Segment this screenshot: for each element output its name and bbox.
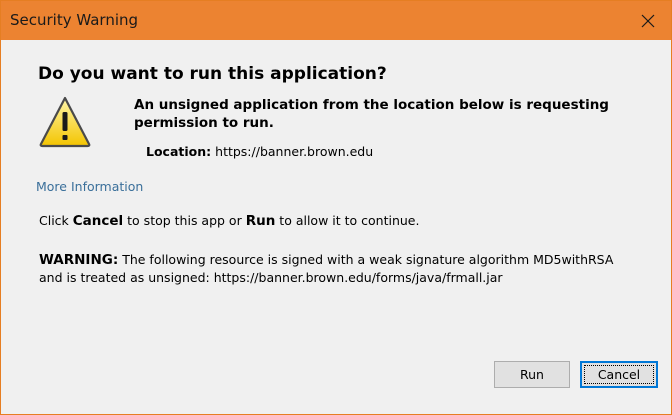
run-button[interactable]: Run bbox=[494, 361, 570, 388]
security-warning-dialog: Security Warning Do you want to run this… bbox=[0, 0, 672, 415]
instruction-post: to allow it to continue. bbox=[275, 213, 420, 228]
more-information-link[interactable]: More Information bbox=[36, 179, 143, 194]
instruction-run-word: Run bbox=[245, 213, 276, 229]
instruction-cancel-word: Cancel bbox=[72, 213, 124, 229]
lead-message: An unsigned application from the locatio… bbox=[134, 97, 609, 131]
run-button-label: Run bbox=[520, 367, 544, 382]
cancel-button[interactable]: Cancel bbox=[580, 361, 658, 388]
location-label: Location: bbox=[146, 144, 212, 159]
close-icon bbox=[641, 14, 655, 27]
warning-triangle-icon bbox=[39, 96, 91, 148]
instruction-text: Click Cancel to stop this app or Run to … bbox=[39, 213, 419, 229]
instruction-pre: Click bbox=[39, 213, 73, 228]
cancel-button-label: Cancel bbox=[597, 367, 641, 382]
instruction-mid: to stop this app or bbox=[123, 213, 246, 228]
close-button[interactable] bbox=[625, 1, 671, 40]
weak-signature-warning: WARNING: The following resource is signe… bbox=[39, 251, 639, 287]
dialog-heading: Do you want to run this application? bbox=[38, 64, 387, 84]
title-bar[interactable]: Security Warning bbox=[1, 1, 671, 40]
location-value: https://banner.brown.edu bbox=[215, 144, 374, 159]
warning-label: WARNING: bbox=[39, 252, 119, 268]
location-line: Location: https://banner.brown.edu bbox=[146, 144, 373, 159]
window-title: Security Warning bbox=[10, 11, 139, 29]
warning-text: The following resource is signed with a … bbox=[39, 252, 614, 285]
